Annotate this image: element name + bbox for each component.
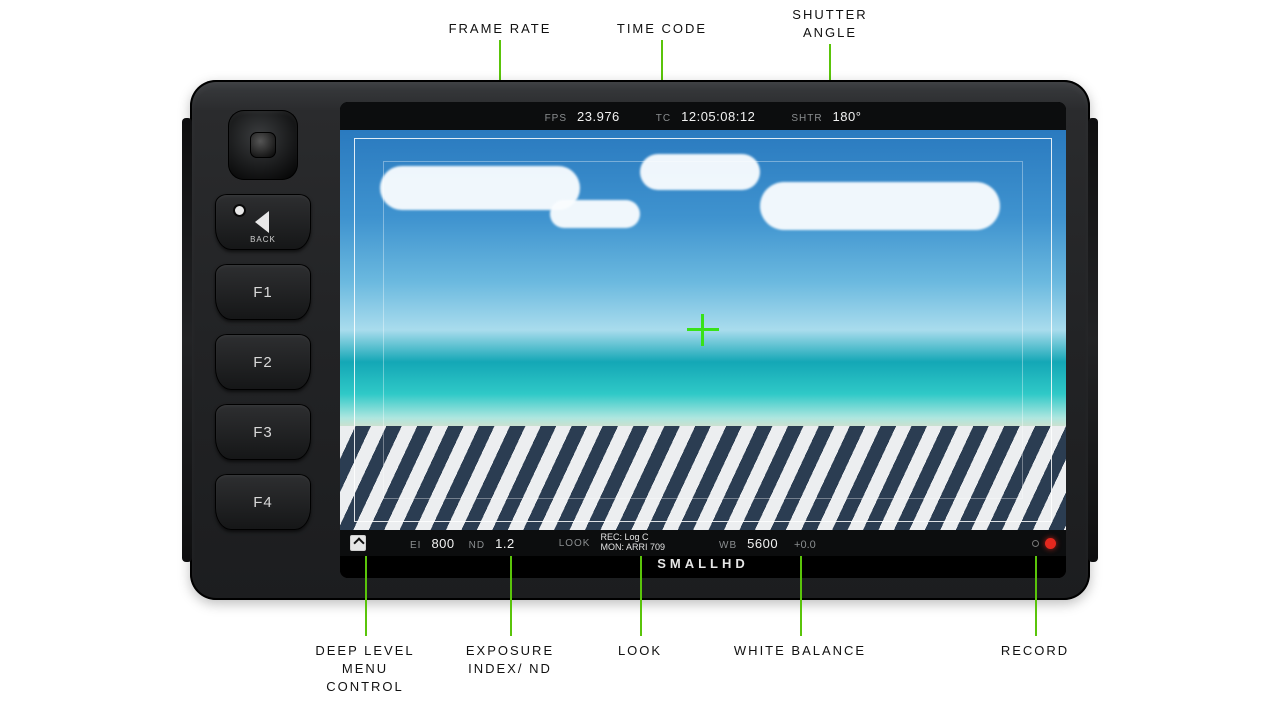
shutter-readout[interactable]: SHTR 180°: [791, 109, 861, 124]
f1-button[interactable]: F1: [215, 264, 311, 320]
leader-look: [640, 556, 642, 636]
f2-button[interactable]: F2: [215, 334, 311, 390]
leader-record: [1035, 556, 1037, 636]
callout-record: RECORD: [985, 642, 1085, 660]
look-label: LOOK: [559, 538, 591, 549]
callout-deep-menu: DEEP LEVEL MENU CONTROL: [305, 642, 425, 697]
fps-readout[interactable]: FPS 23.976: [545, 109, 620, 124]
callout-time-code: TIME CODE: [602, 20, 722, 38]
back-label: BACK: [250, 235, 276, 244]
callout-exposure: EXPOSURE INDEX/ ND: [450, 642, 570, 678]
leader-exposure: [510, 556, 512, 636]
wb-label: WB: [719, 540, 737, 551]
nd-value: 1.2: [495, 536, 515, 551]
chevron-left-icon: [255, 211, 269, 233]
ei-value: 800: [431, 536, 454, 551]
leader-white-balance: [800, 556, 802, 636]
deep-menu-button[interactable]: [350, 535, 366, 551]
fps-label: FPS: [545, 113, 567, 124]
callout-look: LOOK: [600, 642, 680, 660]
look-readout[interactable]: LOOK REC: Log C MON: ARRI 709: [559, 533, 665, 553]
wb-readout[interactable]: WB 5600 +0.0: [719, 536, 816, 551]
shtr-value: 180°: [833, 109, 862, 124]
osd-bottom-bar: EI 800 ND 1.2 LOOK REC: Log C MON: ARRI …: [340, 530, 1066, 556]
look-mon-value: MON: ARRI 709: [600, 543, 665, 553]
brand-label: SMALLHD: [340, 556, 1066, 578]
osd-top-bar: FPS 23.976 TC 12:05:08:12 SHTR 180°: [340, 102, 1066, 130]
wb-tint-value: +0.0: [794, 539, 816, 551]
leader-deep-menu: [365, 556, 367, 636]
fps-value: 23.976: [577, 109, 620, 124]
ei-label: EI: [410, 540, 421, 551]
diagram-stage: FRAME RATE TIME CODE SHUTTER ANGLE BACK …: [0, 0, 1280, 720]
tc-value: 12:05:08:12: [681, 109, 755, 124]
record-indicator[interactable]: [1032, 538, 1056, 549]
back-button[interactable]: BACK: [215, 194, 311, 250]
record-dot-outline: [1032, 540, 1039, 547]
crosshair-icon: [687, 314, 719, 346]
preview-image: [340, 130, 1066, 530]
wb-value: 5600: [747, 536, 778, 551]
f3-button[interactable]: F3: [215, 404, 311, 460]
timecode-readout[interactable]: TC 12:05:08:12: [656, 109, 756, 124]
ei-readout[interactable]: EI 800: [410, 536, 455, 551]
tc-label: TC: [656, 113, 671, 124]
hardware-button-column: BACK F1 F2 F3 F4: [208, 100, 318, 544]
joystick[interactable]: [228, 110, 298, 180]
monitor-device: BACK F1 F2 F3 F4 FPS 23.976 TC 12:05:08:…: [190, 80, 1090, 600]
nd-readout[interactable]: ND 1.2: [469, 536, 515, 551]
callout-white-balance: WHITE BALANCE: [720, 642, 880, 660]
nd-label: ND: [469, 540, 485, 551]
screen-bezel: FPS 23.976 TC 12:05:08:12 SHTR 180°: [340, 102, 1066, 578]
f4-button[interactable]: F4: [215, 474, 311, 530]
record-dot-icon: [1045, 538, 1056, 549]
callout-shutter-angle: SHUTTER ANGLE: [770, 6, 890, 42]
shtr-label: SHTR: [791, 113, 822, 124]
power-icon: [233, 204, 246, 217]
callout-frame-rate: FRAME RATE: [430, 20, 570, 38]
